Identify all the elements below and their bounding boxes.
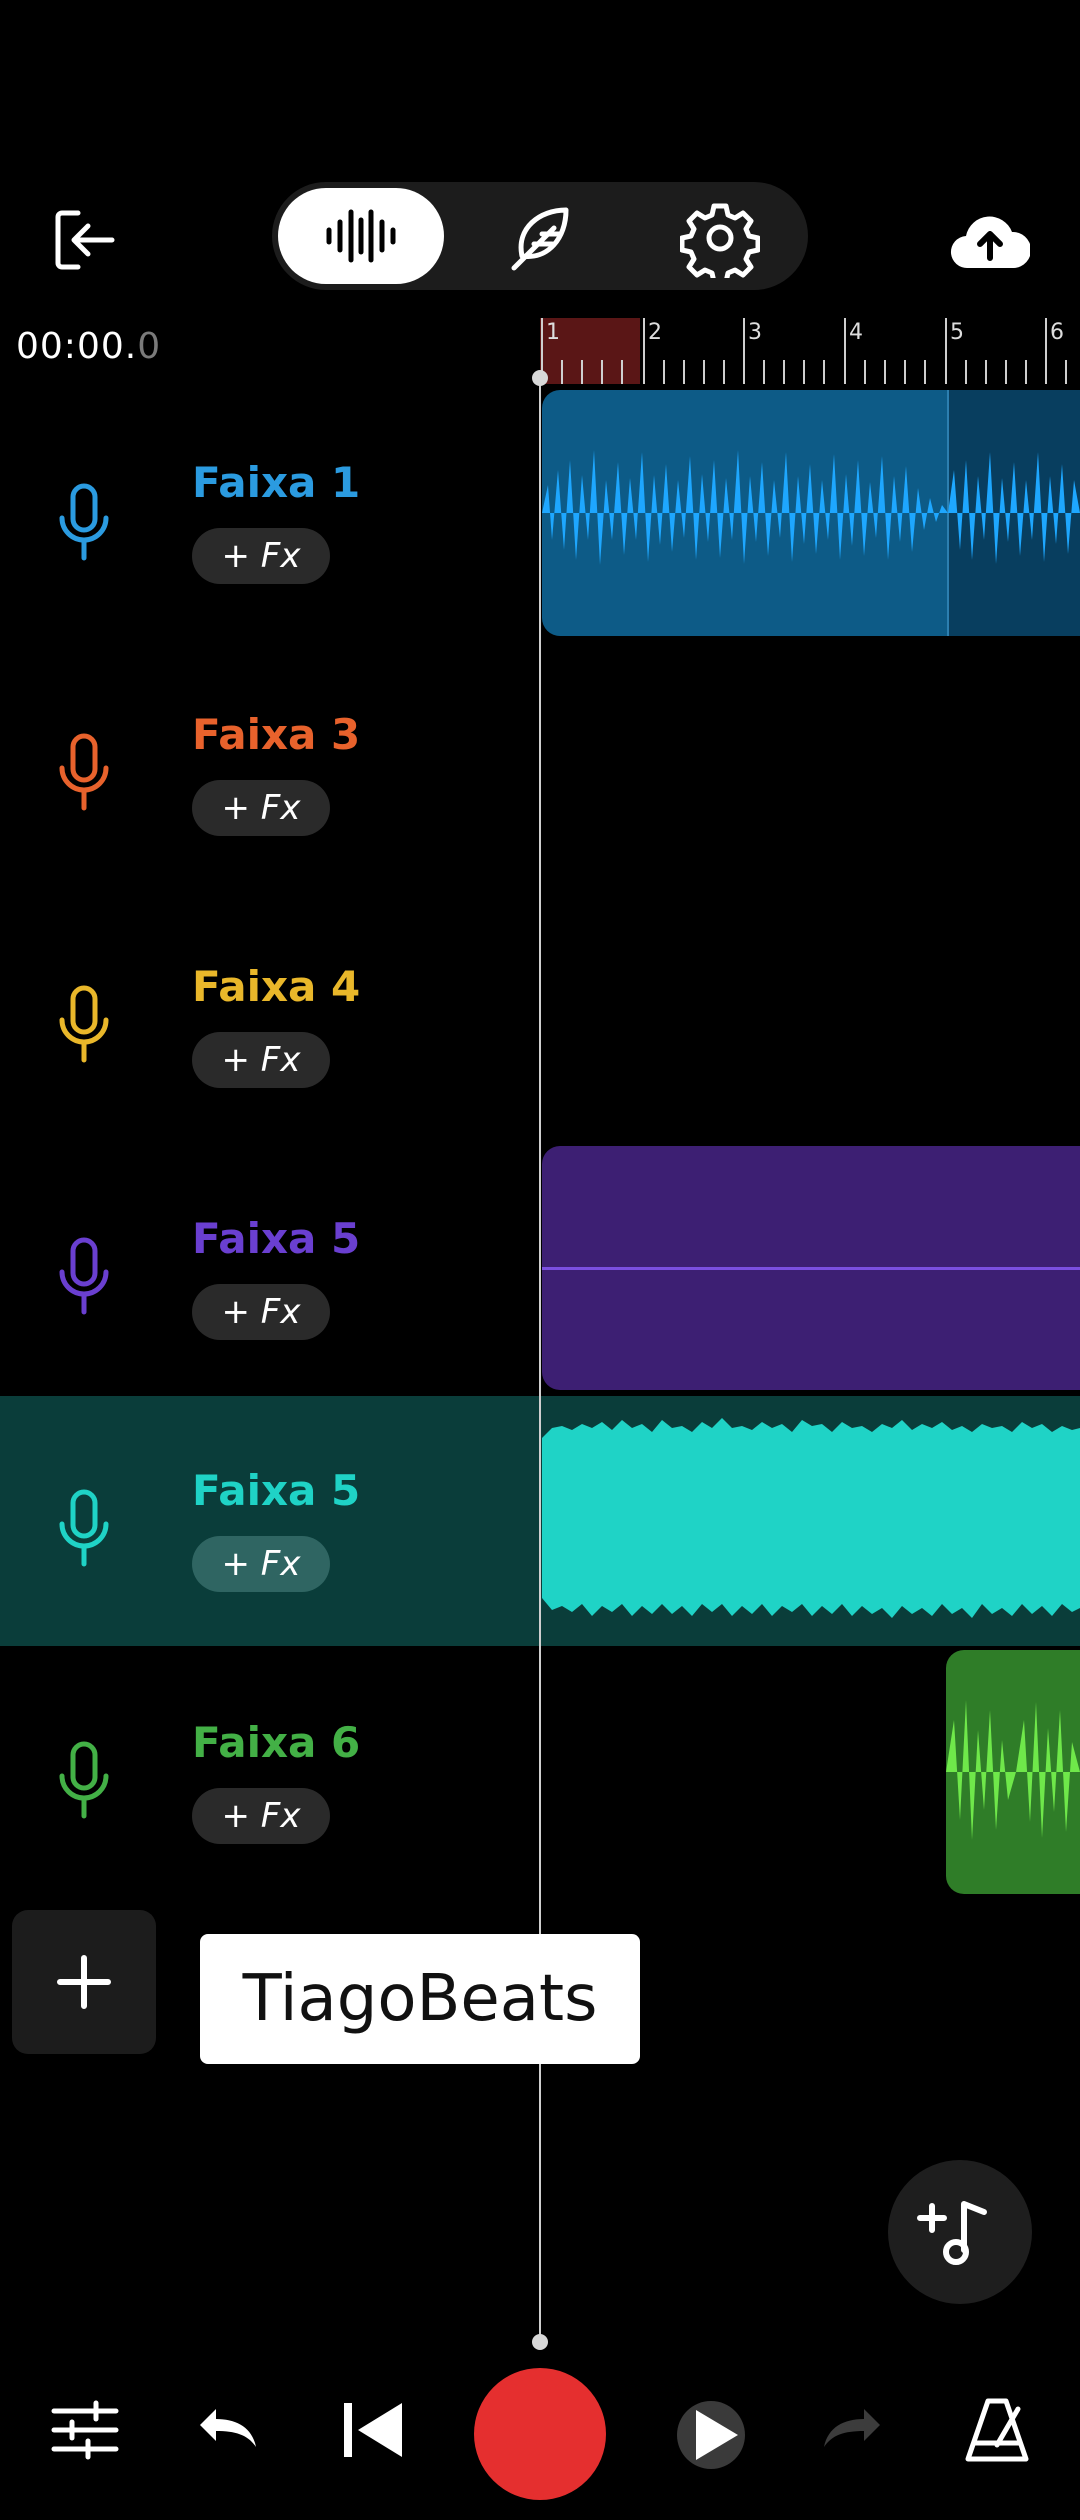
exit-button[interactable] <box>50 205 120 275</box>
microphone-icon <box>59 1741 109 1819</box>
mode-tab-feather[interactable] <box>500 198 580 278</box>
track-header-selected[interactable]: Faixa 5 + Fx <box>0 1396 540 1646</box>
mode-tab-settings[interactable] <box>679 198 761 285</box>
audio-clip[interactable] <box>542 390 1080 636</box>
add-fx-button[interactable]: + Fx <box>192 528 330 584</box>
exit-icon <box>55 210 115 270</box>
ruler-mark-6: 6 <box>1050 320 1064 345</box>
add-music-icon <box>917 2201 987 2265</box>
track-name[interactable]: Faixa 5 <box>192 1466 360 1515</box>
microphone-icon <box>59 483 109 561</box>
watermark-label: TiagoBeats <box>200 1934 640 2064</box>
redo-icon <box>824 2409 880 2447</box>
redo-button[interactable] <box>818 2395 888 2469</box>
record-button[interactable] <box>474 2368 606 2500</box>
ruler-mark-5: 5 <box>950 320 964 345</box>
waveform-icon <box>326 209 396 263</box>
track-name[interactable]: Faixa 4 <box>192 962 360 1011</box>
add-fx-button[interactable]: + Fx <box>192 1032 330 1088</box>
ruler-mark-1: 1 <box>546 320 560 345</box>
playhead-handle-bottom[interactable] <box>532 2334 548 2350</box>
microphone-icon <box>59 1489 109 1567</box>
time-fraction: 0 <box>137 326 162 367</box>
cloud-upload-icon <box>950 216 1032 269</box>
audio-clip[interactable] <box>542 1398 1080 1642</box>
track-name[interactable]: Faixa 1 <box>192 458 360 507</box>
mixer-button[interactable] <box>50 2395 120 2469</box>
microphone-icon <box>59 985 109 1063</box>
time-main: 00:00. <box>16 326 138 367</box>
undo-icon <box>200 2409 256 2447</box>
skip-back-icon <box>344 2403 402 2457</box>
mode-tab-waveform[interactable] <box>278 188 444 284</box>
track-name[interactable]: Faixa 5 <box>192 1214 360 1263</box>
gear-icon <box>679 203 761 285</box>
ruler-mark-3: 3 <box>748 320 762 345</box>
track-name[interactable]: Faixa 6 <box>192 1718 360 1767</box>
track-header[interactable]: Faixa 6 + Fx <box>0 1648 540 1898</box>
plus-icon <box>57 1955 111 2009</box>
metronome-icon <box>965 2398 1029 2462</box>
add-track-button[interactable] <box>12 1910 156 2054</box>
audio-clip[interactable] <box>542 1146 1080 1390</box>
waveform <box>542 450 1080 565</box>
undo-button[interactable] <box>192 2395 262 2469</box>
track-header[interactable]: Faixa 4 + Fx <box>0 900 540 1150</box>
audio-clip[interactable] <box>946 1650 1080 1894</box>
ruler-mark-4: 4 <box>849 320 863 345</box>
timeline-ruler[interactable]: 1 2 3 4 5 6 <box>540 318 1080 388</box>
ruler-ticks <box>541 318 1067 384</box>
microphone-icon <box>59 1237 109 1315</box>
add-fx-button[interactable]: + Fx <box>192 780 330 836</box>
add-music-button[interactable] <box>888 2160 1032 2304</box>
mixer-icon <box>51 2400 119 2460</box>
metronome-button[interactable] <box>962 2395 1032 2469</box>
waveform <box>946 1700 1080 1840</box>
feather-icon <box>511 207 569 271</box>
track-header[interactable]: Faixa 1 + Fx <box>0 396 540 646</box>
play-icon <box>677 2401 745 2469</box>
microphone-icon <box>59 733 109 811</box>
skip-back-button[interactable] <box>338 2395 408 2469</box>
add-fx-button[interactable]: + Fx <box>192 1284 330 1340</box>
add-fx-button[interactable]: + Fx <box>192 1536 330 1592</box>
playhead-handle-top[interactable] <box>532 370 548 386</box>
add-fx-button[interactable]: + Fx <box>192 1788 330 1844</box>
upload-button[interactable] <box>950 210 1032 272</box>
track-name[interactable]: Faixa 3 <box>192 710 360 759</box>
track-header[interactable]: Faixa 5 + Fx <box>0 1144 540 1394</box>
ruler-mark-2: 2 <box>648 320 662 345</box>
play-button[interactable] <box>676 2400 746 2474</box>
track-header[interactable]: Faixa 3 + Fx <box>0 648 540 898</box>
time-display: 00:00.0 <box>16 326 161 367</box>
waveform <box>542 1418 1080 1618</box>
